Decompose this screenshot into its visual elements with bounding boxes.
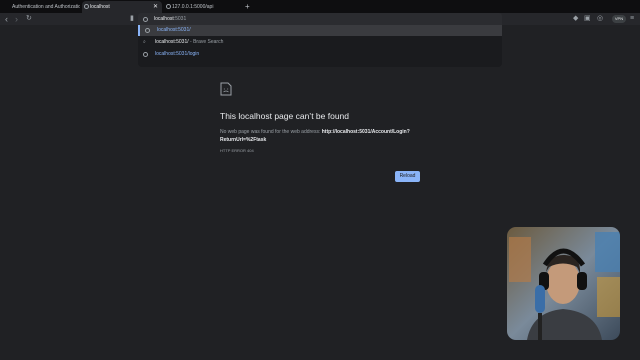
tab-title: localhost <box>90 4 110 10</box>
tab-auth[interactable]: Authentication and Authorization <box>4 1 80 13</box>
new-tab-button[interactable]: + <box>245 1 250 13</box>
menu-icon[interactable]: ≡ <box>630 13 634 25</box>
autocomplete-text: :5031 <box>173 16 187 22</box>
globe-icon <box>84 4 89 9</box>
error-description: No web page was found for the web addres… <box>220 128 425 144</box>
suggestion-label: localhost:5031/ - Brave Search <box>155 39 224 45</box>
reload-button[interactable]: Reload <box>395 171 420 182</box>
suggestion-item[interactable]: localhost:5031/login <box>138 49 502 60</box>
address-input[interactable]: localhost:5031 <box>154 13 186 25</box>
suggestion-label: localhost:5031/login <box>155 51 200 57</box>
extension-icon[interactable]: ◆ <box>573 13 578 25</box>
globe-icon <box>143 16 148 22</box>
tab-localhost[interactable]: localhost ✕ <box>82 1 162 13</box>
suggestion-dropdown: localhost:5031/ ⌕ localhost:5031/ - Brav… <box>138 25 502 67</box>
globe-icon <box>145 28 150 33</box>
bookmark-icon[interactable]: ▮ <box>130 13 134 25</box>
error-code: HTTP ERROR 404 <box>220 148 254 153</box>
suggestion-item[interactable]: ⌕ localhost:5031/ - Brave Search <box>138 37 502 48</box>
profile-icon[interactable]: ◎ <box>597 13 603 25</box>
error-title: This localhost page can’t be found <box>220 111 350 121</box>
typed-text: localhost <box>154 16 174 22</box>
suggestion-label: localhost:5031/ <box>157 27 191 33</box>
vpn-button[interactable]: VPN <box>612 15 626 23</box>
error-desc-prefix: No web page was found for the web addres… <box>220 129 321 135</box>
forward-icon[interactable]: › <box>15 13 18 25</box>
tab-api[interactable]: 127.0.0.1:5000/api <box>164 1 240 13</box>
close-icon[interactable]: ✕ <box>153 1 158 13</box>
address-bar[interactable]: localhost:5031 <box>138 13 502 25</box>
back-icon[interactable]: ‹ <box>5 13 8 25</box>
globe-icon <box>166 4 171 9</box>
tab-title: 127.0.0.1:5000/api <box>172 4 214 10</box>
webcam-overlay <box>507 227 620 340</box>
tab-strip: Authentication and Authorization localho… <box>0 0 640 13</box>
suggestion-item[interactable]: localhost:5031/ <box>138 25 502 36</box>
reload-icon[interactable]: ↻ <box>26 13 32 25</box>
tab-title: Authentication and Authorization <box>12 4 80 10</box>
sad-document-icon <box>220 82 232 96</box>
search-icon: ⌕ <box>143 39 146 45</box>
globe-icon <box>143 52 148 57</box>
sidebar-icon[interactable]: ▣ <box>584 13 591 25</box>
webcam-image <box>507 227 620 340</box>
